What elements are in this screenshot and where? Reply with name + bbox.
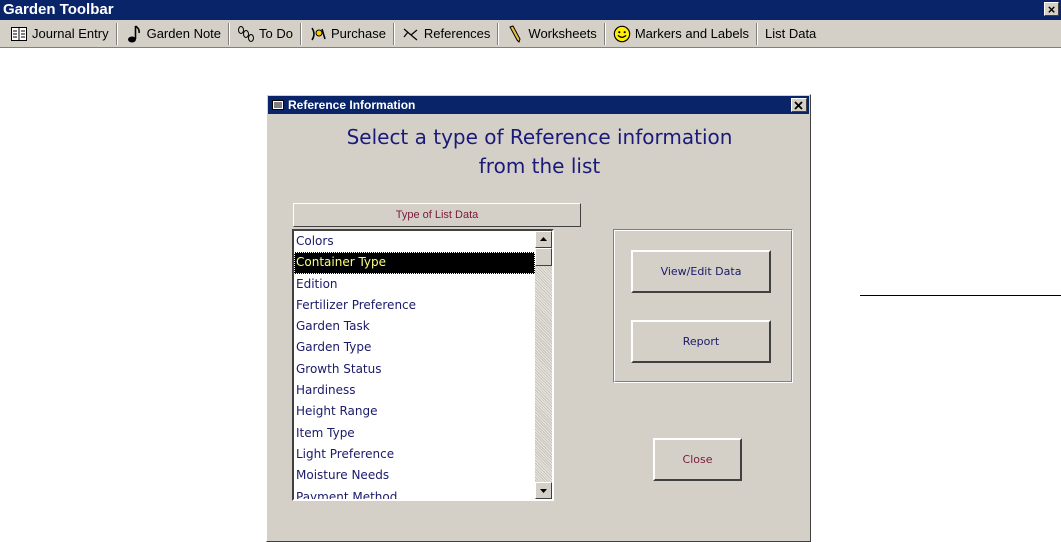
pencil-icon <box>506 24 524 43</box>
smiley-icon <box>613 25 631 43</box>
list-item[interactable]: Growth Status <box>294 359 535 380</box>
journal-entry-label: Journal Entry <box>32 26 109 41</box>
reference-information-dialog: Reference Information Select a type of R… <box>266 94 811 542</box>
close-button[interactable]: Close <box>653 438 742 481</box>
toolbar-separator <box>228 22 231 45</box>
coins-icon <box>309 25 327 43</box>
dialog-heading: Select a type of Reference information f… <box>267 123 812 181</box>
toolbar-separator <box>300 22 302 45</box>
list-item-selected[interactable]: Container Type <box>294 252 535 274</box>
toolbar-separator <box>392 22 395 45</box>
horizontal-rule <box>860 295 1061 296</box>
list-item[interactable]: Garden Task <box>294 316 535 337</box>
form-icon <box>272 97 284 115</box>
dialog-titlebar: Reference Information <box>268 96 809 114</box>
references-label: References <box>423 26 491 41</box>
dialog-close-button[interactable] <box>791 98 807 112</box>
view-edit-data-button[interactable]: View/Edit Data <box>631 250 771 293</box>
garden-note-button[interactable]: Garden Note <box>119 22 227 46</box>
toolbar-separator <box>755 22 758 45</box>
arrow-up-icon <box>540 237 547 241</box>
journal-icon <box>10 25 28 43</box>
listbox-items: Colors Container Type Edition Fertilizer… <box>294 231 535 499</box>
listbox-scrollbar[interactable] <box>535 231 552 499</box>
toolbar-separator <box>115 22 118 45</box>
list-item[interactable]: Fertilizer Preference <box>294 295 535 316</box>
report-button[interactable]: Report <box>631 320 771 363</box>
list-data-label: List Data <box>764 26 817 41</box>
close-icon <box>794 101 803 110</box>
garden-note-label: Garden Note <box>146 26 222 41</box>
to-do-label: To Do <box>259 26 293 41</box>
markers-and-labels-button[interactable]: Markers and Labels <box>607 22 755 46</box>
garden-toolbar: Journal Entry Garden Note To Do Purchase… <box>0 20 1061 48</box>
heading-line-2: from the list <box>478 154 601 178</box>
garden-toolbar-titlebar: Garden Toolbar × <box>0 0 1061 20</box>
purchase-label: Purchase <box>331 26 386 41</box>
list-data-listbox[interactable]: Colors Container Type Edition Fertilizer… <box>292 229 554 501</box>
journal-entry-button[interactable]: Journal Entry <box>4 22 115 46</box>
list-data-button[interactable]: List Data <box>759 22 822 46</box>
garden-toolbar-title: Garden Toolbar <box>3 1 114 18</box>
worksheets-button[interactable]: Worksheets <box>500 22 602 46</box>
list-item[interactable]: Colors <box>294 231 535 252</box>
toolbar-close-button[interactable]: × <box>1044 2 1059 16</box>
music-note-icon <box>125 24 143 43</box>
list-item[interactable]: Hardiness <box>294 380 535 401</box>
toolbar-separator <box>603 22 606 45</box>
heading-line-1: Select a type of Reference information <box>346 125 733 149</box>
scroll-up-button[interactable] <box>535 231 552 248</box>
arrow-down-icon <box>540 489 547 493</box>
scroll-thumb[interactable] <box>535 248 552 266</box>
list-item[interactable]: Height Range <box>294 401 535 422</box>
worksheets-label: Worksheets <box>528 26 597 41</box>
list-item[interactable]: Moisture Needs <box>294 465 535 486</box>
list-item[interactable]: Item Type <box>294 423 535 444</box>
markers-and-labels-label: Markers and Labels <box>634 26 749 41</box>
footprints-icon <box>237 25 255 43</box>
dialog-title: Reference Information <box>288 98 416 112</box>
list-item[interactable]: Garden Type <box>294 337 535 358</box>
toolbar-separator <box>497 22 500 45</box>
references-button[interactable]: References <box>396 22 496 46</box>
list-item[interactable]: Payment Method <box>294 487 535 499</box>
pointer-icon <box>402 25 420 43</box>
list-column-header[interactable]: Type of List Data <box>293 203 581 227</box>
list-item[interactable]: Edition <box>294 274 535 295</box>
list-item[interactable]: Light Preference <box>294 444 535 465</box>
purchase-button[interactable]: Purchase <box>303 22 392 46</box>
to-do-button[interactable]: To Do <box>231 22 299 46</box>
scroll-down-button[interactable] <box>535 482 552 499</box>
